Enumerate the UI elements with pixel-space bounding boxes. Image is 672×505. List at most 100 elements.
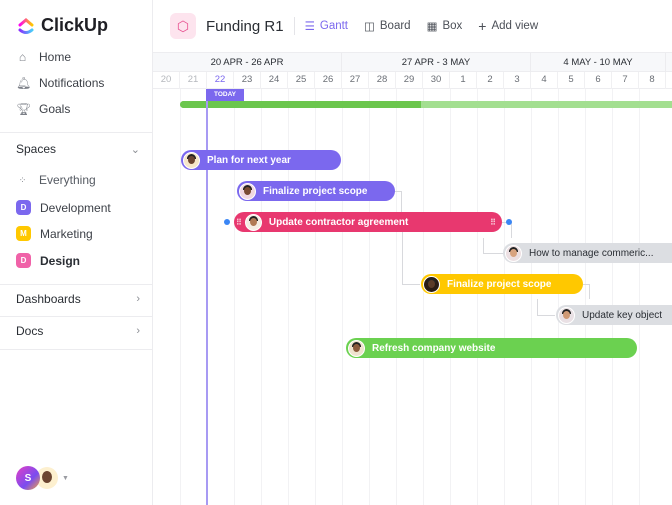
sidebar-item-label: Everything: [39, 173, 96, 187]
assignee-avatar: [423, 275, 440, 293]
task-bar[interactable]: Refresh company website: [346, 338, 637, 358]
assignee-avatar: [348, 339, 365, 357]
space-development[interactable]: D Development: [16, 200, 111, 215]
home-icon: ⌂: [18, 50, 27, 64]
divider: [293, 17, 295, 35]
day-label: 30: [423, 72, 450, 89]
week-label: 4 MAY - 10 MAY: [531, 53, 666, 73]
grid-line: [612, 89, 613, 505]
project-progress-bar[interactable]: [180, 101, 672, 108]
gantt-icon: ☰: [304, 21, 315, 33]
day-label: 6: [585, 72, 612, 89]
caret-down-icon: ▼: [62, 474, 69, 482]
day-label: 5: [558, 72, 585, 89]
tab-box[interactable]: ▦ Box: [427, 19, 463, 33]
page-title: Funding R1: [206, 17, 284, 35]
user-menu[interactable]: S ▼: [16, 466, 69, 490]
sidebar-item-notifications[interactable]: 🔔︎ Notifications: [16, 76, 104, 90]
divider: [0, 284, 153, 285]
gantt-main: ⬡ Funding R1 ☰ Gantt ◫ Board ▦ Box + Add vie…: [153, 0, 672, 505]
grip-icon: ⠿: [490, 217, 496, 227]
chevron-right-icon: ›: [136, 325, 140, 337]
divider: [0, 132, 153, 133]
day-label: 22: [207, 72, 234, 89]
sidebar-item-dashboards[interactable]: Dashboards ›: [16, 292, 140, 306]
tab-gantt[interactable]: ☰ Gantt: [305, 19, 348, 33]
task-bar-selected[interactable]: ⠿ Update contractor agreement ⠿: [234, 212, 502, 232]
assignee-avatar: [558, 306, 575, 324]
week-label: 20 APR - 26 APR: [153, 53, 342, 73]
docs-label: Docs: [16, 324, 44, 338]
day-label: 28: [369, 72, 396, 89]
sidebar-item-label: Goals: [39, 102, 71, 116]
task-bar[interactable]: Update key object: [556, 305, 672, 325]
assignee-avatar: [239, 182, 256, 200]
spaces-header[interactable]: Spaces ⌄: [16, 142, 140, 156]
chevron-down-icon: ⌄: [130, 143, 140, 156]
sidebar-item-label: Notifications: [39, 76, 105, 90]
user-avatar: S: [16, 466, 40, 490]
progress-fill: [180, 101, 422, 108]
day-label: 4: [531, 72, 558, 89]
grid-line: [639, 89, 640, 505]
drag-handle-dot[interactable]: [224, 219, 230, 225]
grid-line: [180, 89, 181, 505]
sidebar: ClickUp ⌂ Home 🔔︎ Notifications 🏆︎ Goals Sp…: [0, 0, 153, 505]
task-label: Refresh company website: [372, 342, 496, 354]
day-label: 21: [180, 72, 207, 89]
task-bar[interactable]: Finalize project scope: [421, 274, 583, 294]
space-label: Development: [40, 200, 111, 215]
task-bar[interactable]: How to manage commeric...: [503, 243, 672, 263]
day-label: 24: [261, 72, 288, 89]
grid-line: [396, 89, 397, 505]
header: ⬡ Funding R1 ☰ Gantt ◫ Board ▦ Box + Add vie…: [153, 0, 672, 52]
task-bar[interactable]: Plan for next year: [181, 150, 341, 170]
task-bar[interactable]: Finalize project scope: [237, 181, 395, 201]
cube-icon: ⬡: [170, 13, 196, 39]
task-label: How to manage commeric...: [529, 247, 654, 259]
task-label: Update contractor agreement: [268, 216, 409, 228]
plus-icon: +: [478, 18, 487, 34]
grid-dots-icon: ⁘: [18, 174, 27, 185]
task-label: Finalize project scope: [263, 185, 368, 197]
space-badge: D: [16, 200, 31, 215]
dependency-line: [583, 284, 590, 299]
space-badge: M: [16, 226, 31, 241]
clickup-logo[interactable]: ClickUp: [16, 15, 108, 36]
grid-line: [531, 89, 532, 505]
space-marketing[interactable]: M Marketing: [16, 226, 93, 241]
sidebar-item-everything[interactable]: ⁘ Everything: [16, 173, 96, 187]
tab-board[interactable]: ◫ Board: [364, 19, 411, 33]
day-label: 3: [504, 72, 531, 89]
day-label: 29: [396, 72, 423, 89]
dependency-line: [402, 284, 420, 285]
day-label: 25: [288, 72, 315, 89]
sidebar-item-docs[interactable]: Docs ›: [16, 324, 140, 338]
space-design[interactable]: D Design: [16, 253, 80, 268]
day-label: 2: [477, 72, 504, 89]
grid-line: [504, 89, 505, 505]
sidebar-item-home[interactable]: ⌂ Home: [16, 50, 71, 64]
space-badge: D: [16, 253, 31, 268]
task-label: Plan for next year: [207, 154, 291, 166]
day-label: 27: [342, 72, 369, 89]
dependency-line: [483, 238, 484, 253]
tab-label: Box: [442, 20, 463, 32]
clickup-logo-icon: [18, 17, 34, 34]
drag-handle-dot[interactable]: [506, 219, 512, 225]
day-label: 8: [639, 72, 666, 89]
grid-line: [423, 89, 424, 505]
day-label: 1: [450, 72, 477, 89]
today-marker: TODAY: [206, 89, 244, 101]
assignee-avatar: [505, 244, 522, 262]
add-view-button[interactable]: + Add view: [478, 18, 538, 34]
assignee-avatar: [244, 213, 262, 231]
dependency-line: [537, 315, 555, 316]
chevron-right-icon: ›: [136, 293, 140, 305]
grip-icon: ⠿: [236, 217, 242, 227]
grid-line: [342, 89, 343, 505]
dependency-line: [483, 253, 503, 254]
sidebar-item-goals[interactable]: 🏆︎ Goals: [16, 102, 70, 116]
day-label: 23: [234, 72, 261, 89]
space-label: Marketing: [40, 226, 93, 241]
